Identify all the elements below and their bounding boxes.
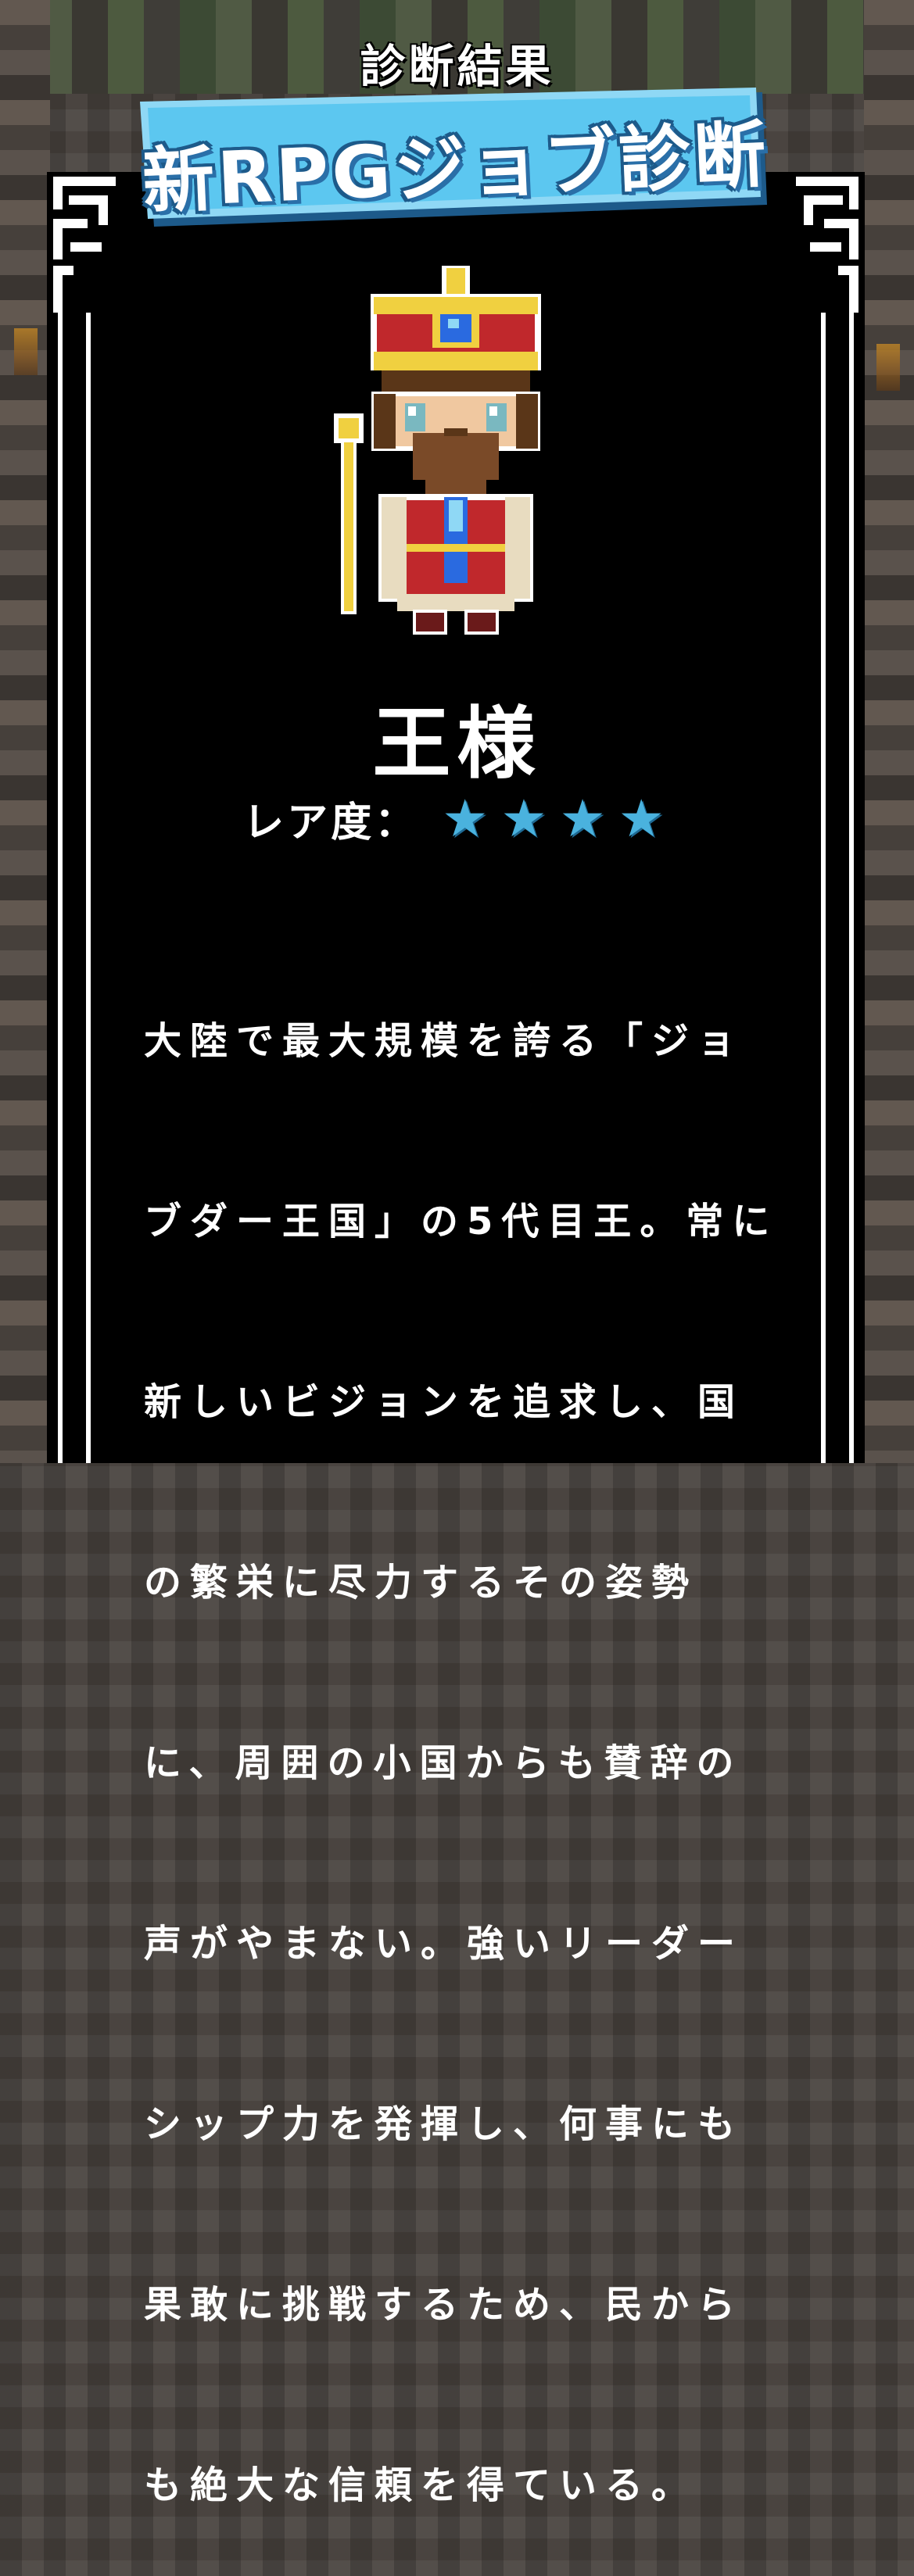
game-logo: 新RPGジョブ診断 [137, 88, 774, 236]
description-line: も絶大な信頼を得ている。 [144, 2463, 698, 2507]
description-line: に、周囲の小国からも賛辞の [144, 1741, 743, 1785]
description-line: 声がやまない。強いリーダー [144, 1922, 744, 1966]
job-description: 大陸で最大規模を誇る「ジョ ブダー王国」の5代目王。常に 新しいビジョンを追求し… [144, 891, 769, 2576]
frame-rail-left [58, 313, 91, 1463]
frame-corner-left-icon [47, 172, 122, 328]
job-title: 王様 [372, 698, 542, 789]
description-line: 大陸で最大規模を誇る「ジョ [144, 1019, 744, 1063]
star-icon: ★ [442, 788, 489, 849]
frame-rail-right [821, 313, 854, 1463]
result-header: 診断結果 [360, 40, 554, 93]
logo-title: 新RPGジョブ診断 [140, 113, 771, 224]
description-line: の繁栄に尽力するその姿勢 [144, 1561, 698, 1605]
description-line: 果敢に挑戦するため、民から [144, 2283, 744, 2327]
torch-right-icon [876, 344, 900, 391]
star-icon: ★ [618, 788, 665, 849]
rarity-row: レア度： ★ ★ ★ ★ [0, 789, 914, 848]
rarity-label: レア度： [243, 800, 419, 846]
frame-corner-right-icon [790, 172, 865, 328]
star-icon: ★ [500, 788, 547, 849]
star-icon: ★ [559, 788, 606, 849]
king-sprite-icon [334, 266, 546, 635]
description-line: ブダー王国」の5代目王。常に [144, 1200, 779, 1243]
description-line: 新しいビジョンを追求し、国 [144, 1380, 744, 1424]
torch-left-icon [14, 328, 38, 375]
description-line: シップ力を発揮し、何事にも [144, 2102, 744, 2146]
